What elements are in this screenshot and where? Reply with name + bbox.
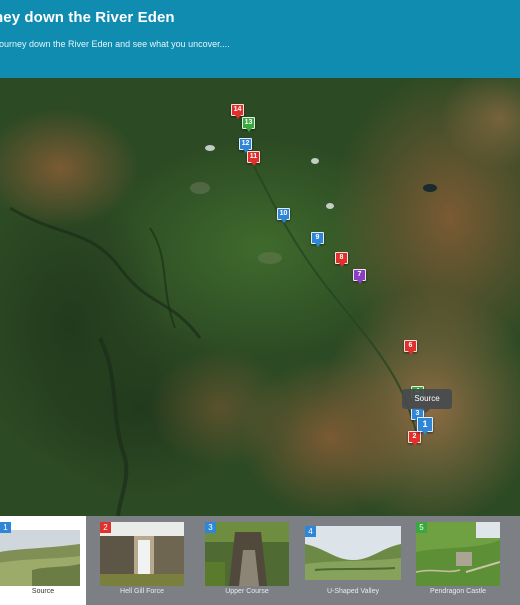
map-imagery [0, 78, 520, 516]
carousel-title: U-Shaped Valley [326, 588, 379, 595]
carousel-card-pendragon-castle[interactable]: 5 Pendragon Castle [416, 516, 500, 605]
map-marker-8[interactable]: 8 [335, 252, 348, 267]
carousel-number-badge: 5 [416, 522, 427, 533]
carousel-number-badge: 1 [0, 522, 11, 533]
carousel-card-upper-course[interactable]: 3 Upper Course [205, 516, 289, 605]
marker-tooltip: Source [402, 389, 452, 413]
carousel-card-u-shaped-valley[interactable]: 4 U-Shaped Valley [305, 516, 401, 605]
story-carousel[interactable]: 1 Source 2 Hell Gill Force 3 Upper Cours… [0, 516, 520, 605]
carousel-title: Hell Gill Force [120, 588, 164, 595]
map-marker-11[interactable]: 11 [247, 151, 260, 166]
carousel-number-badge: 4 [305, 526, 316, 537]
carousel-card-hell-gill-force[interactable]: 2 Hell Gill Force [100, 516, 184, 605]
carousel-title: Pendragon Castle [429, 588, 487, 595]
map-marker-12[interactable]: 12 [239, 138, 252, 153]
thumbnail-image [100, 522, 184, 586]
thumbnail-image [416, 522, 500, 586]
carousel-number-badge: 3 [205, 522, 216, 533]
carousel-title: Upper Course [225, 588, 269, 595]
thumbnail-image [205, 522, 289, 586]
thumbnail-image [305, 526, 401, 580]
page-subtitle: journey down the River Eden and see what… [0, 39, 230, 49]
carousel-number-badge: 2 [100, 522, 111, 533]
app-header: ney down the River Eden journey down the… [0, 0, 520, 78]
carousel-title: Source [31, 588, 55, 595]
map-marker-7[interactable]: 7 [353, 269, 366, 284]
map-marker-6[interactable]: 6 [404, 340, 417, 355]
page-title: ney down the River Eden [0, 9, 175, 26]
map-marker-13[interactable]: 13 [242, 117, 255, 132]
thumbnail-image [0, 530, 80, 586]
map-marker-1-selected[interactable]: 1 [417, 417, 433, 435]
satellite-map[interactable]: 14 13 12 11 10 9 8 7 6 4 3 2 1 Source [0, 78, 520, 516]
map-marker-10[interactable]: 10 [277, 208, 290, 223]
map-marker-2[interactable]: 2 [408, 431, 421, 446]
map-marker-14[interactable]: 14 [231, 104, 244, 119]
carousel-card-source[interactable]: 1 Source [0, 516, 86, 605]
map-marker-9[interactable]: 9 [311, 232, 324, 247]
